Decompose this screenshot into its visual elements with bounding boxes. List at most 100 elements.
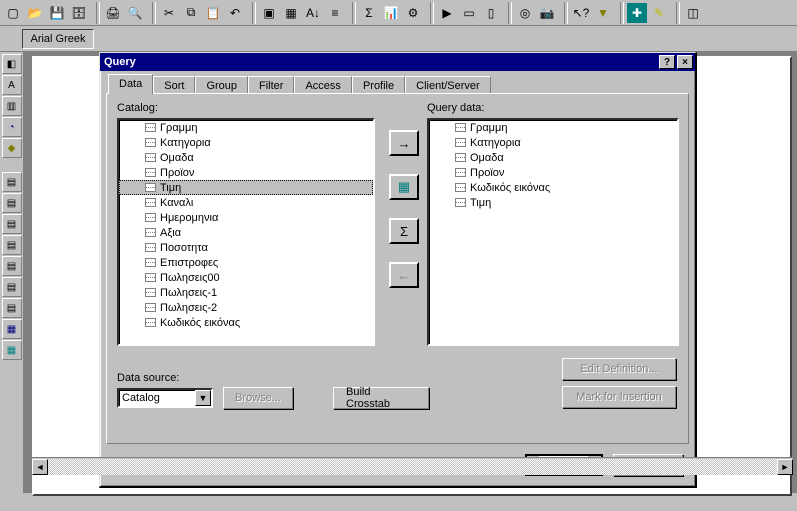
catalog-item[interactable]: Πωλησεις-1 [119, 285, 373, 300]
querydata-listbox[interactable]: ΓραμμηΚατηγορια ΟμαδαΠροϊονΚωδικός εικόνα… [427, 118, 679, 346]
font-combo[interactable]: Arial Greek [22, 29, 94, 49]
catalog-listbox[interactable]: Γραμμη Κατηγορια ΟμαδαΠροϊον Τιμη Καναλι Ημερ… [117, 118, 375, 346]
querydata-item[interactable]: Προϊον [429, 165, 677, 180]
camera-icon[interactable]: ◎ [514, 2, 536, 24]
run-icon[interactable]: ▣ [258, 2, 280, 24]
scroll-left-icon[interactable]: ◄ [32, 459, 48, 475]
build-crosstab-button[interactable]: Build Crosstab [333, 387, 429, 409]
catalog-item[interactable]: Αξια [119, 225, 373, 240]
datasource-value: Catalog [119, 392, 195, 404]
querydata-item[interactable]: Τιμη [429, 195, 677, 210]
vt-palette-icon[interactable]: ◆ [2, 138, 22, 158]
open-icon[interactable]: 📂 [24, 2, 46, 24]
field-icon [455, 153, 466, 162]
help-button[interactable]: ? [659, 55, 675, 69]
tabstrip: Data Sort Group Filter Access Profile Cl… [102, 73, 693, 93]
mark-insertion-button: Mark for Insertion [562, 386, 676, 408]
catalog-item[interactable]: Κωδικός εικόνας [119, 315, 373, 330]
chevron-down-icon[interactable]: ▼ [195, 390, 211, 406]
vt-t7-icon[interactable]: ▤ [2, 298, 22, 318]
catalog-item-label: Ποσοτητα [160, 242, 208, 254]
catalog-item-label: Ημερομηνια [160, 212, 218, 224]
new-icon[interactable]: ▢ [2, 2, 24, 24]
datasource-combo[interactable]: Catalog ▼ [117, 388, 213, 408]
catalog-item[interactable]: Κατηγορια [119, 135, 373, 150]
tab-panel: Catalog: Query data: ΓραμμηΚατηγοριαΟμαδ… [106, 93, 689, 444]
vt-t4-icon[interactable]: ▤ [2, 235, 22, 255]
filter-icon[interactable]: ▼ [592, 2, 614, 24]
querydata-item[interactable]: Κατηγορια [429, 135, 677, 150]
scroll-right-icon[interactable]: ► [777, 459, 793, 475]
catalog-item[interactable]: Επιστροφες [119, 255, 373, 270]
catalog-item-label: Αξια [160, 227, 181, 239]
move-left-button[interactable]: ← [389, 262, 419, 288]
querydata-item-label: Τιμη [470, 197, 491, 209]
preview-icon[interactable]: 🔍 [124, 2, 146, 24]
next-icon[interactable]: ▶ [436, 2, 458, 24]
vt-t1-icon[interactable]: ▤ [2, 172, 22, 192]
close-button[interactable]: × [677, 55, 693, 69]
calc-button[interactable]: ▦ [389, 174, 419, 200]
paste-icon[interactable]: 📋 [202, 2, 224, 24]
grid-icon[interactable]: ▦ [280, 2, 302, 24]
vt-mix-icon[interactable]: ◧ [2, 54, 22, 74]
vt-db-icon[interactable]: ▥ [2, 96, 22, 116]
catalog-item[interactable]: Ημερομηνια [119, 210, 373, 225]
vt-t5-icon[interactable]: ▤ [2, 256, 22, 276]
field-icon [145, 258, 156, 267]
catalog-item[interactable]: Ομαδα [119, 150, 373, 165]
copy-icon[interactable]: ⧉ [180, 2, 202, 24]
catalog-item-label: Επιστροφες [160, 257, 218, 269]
save-all-icon[interactable]: 🗄 [68, 2, 90, 24]
vt-t2-icon[interactable]: ▤ [2, 193, 22, 213]
tab-data[interactable]: Data [108, 74, 153, 94]
photo-icon[interactable]: 📷 [536, 2, 558, 24]
sigma-button[interactable]: Σ [389, 218, 419, 244]
query-dialog: Query ? × Data Sort Group Filter Access … [99, 52, 697, 488]
highlighter-icon[interactable]: ✎ [648, 2, 670, 24]
catalog-item-label: Καναλι [160, 197, 193, 209]
catalog-item-label: Ομαδα [160, 152, 194, 164]
catalog-item[interactable]: Τιμη [119, 180, 373, 195]
rect1-icon[interactable]: ▭ [458, 2, 480, 24]
vt-text-icon[interactable]: A [2, 75, 22, 95]
catalog-item[interactable]: Καναλι [119, 195, 373, 210]
vt-film-icon[interactable]: ▦ [2, 340, 22, 360]
rect2-icon[interactable]: ▯ [480, 2, 502, 24]
move-right-button[interactable]: → [389, 130, 419, 156]
querydata-item-label: Ομαδα [470, 152, 504, 164]
undo-icon[interactable]: ↶ [224, 2, 246, 24]
vt-pie-icon[interactable]: ◔ [2, 117, 22, 137]
sum-icon[interactable]: Σ [358, 2, 380, 24]
field-icon [145, 288, 156, 297]
doc-hscrollbar[interactable]: ◄ ► [32, 457, 793, 475]
vt-t3-icon[interactable]: ▤ [2, 214, 22, 234]
catalog-item[interactable]: Ποσοτητα [119, 240, 373, 255]
field-icon [455, 198, 466, 207]
chart-icon[interactable]: 📊 [380, 2, 402, 24]
save-icon[interactable]: 💾 [46, 2, 68, 24]
catalog-item[interactable]: Προϊον [119, 165, 373, 180]
catalog-item[interactable]: Πωλησεις00 [119, 270, 373, 285]
window-icon[interactable]: ◫ [682, 2, 704, 24]
vt-doc-icon[interactable]: ▦ [2, 319, 22, 339]
querydata-item[interactable]: Κωδικός εικόνας [429, 180, 677, 195]
help-pointer-icon[interactable]: ↖? [570, 2, 592, 24]
catalog-item[interactable]: Πωλησεις-2 [119, 300, 373, 315]
catalog-item-label: Κωδικός εικόνας [160, 317, 240, 329]
catalog-item-label: Γραμμη [160, 122, 197, 134]
cut-icon[interactable]: ✂ [158, 2, 180, 24]
mdi-client: ◧ A ▥ ◔ ◆ ▤ ▤ ▤ ▤ ▤ ▤ ▤ ▦ ▦ Query ? × Da… [0, 52, 797, 493]
gear-icon[interactable]: ⚙ [402, 2, 424, 24]
catalog-item-label: Τιμη [160, 182, 181, 194]
vt-t6-icon[interactable]: ▤ [2, 277, 22, 297]
format-icon[interactable]: ≡ [324, 2, 346, 24]
querydata-item[interactable]: Ομαδα [429, 150, 677, 165]
plus-block-icon[interactable]: ✚ [626, 2, 648, 24]
catalog-item-label: Κατηγορια [160, 137, 211, 149]
field-icon [145, 213, 156, 222]
catalog-item[interactable]: Γραμμη [119, 120, 373, 135]
querydata-item[interactable]: Γραμμη [429, 120, 677, 135]
sort-icon[interactable]: A↓ [302, 2, 324, 24]
print-icon[interactable]: 🖨 [102, 2, 124, 24]
